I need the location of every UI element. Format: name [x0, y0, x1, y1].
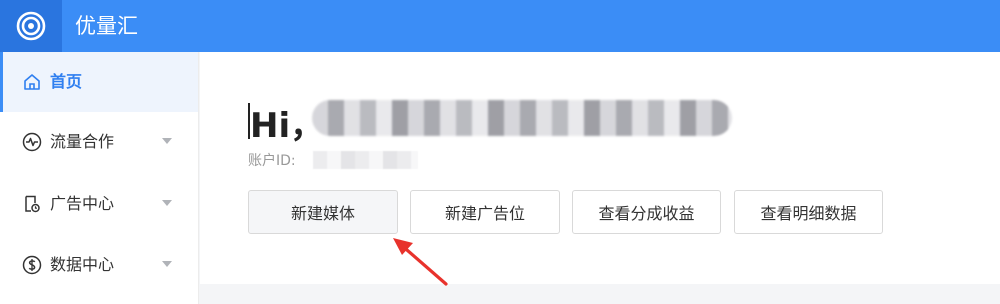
sidebar-item-data-center[interactable]: 数据中心: [0, 235, 198, 295]
ad-document-icon: [25, 195, 40, 213]
sidebar-item-ad-center[interactable]: 广告中心: [0, 174, 198, 234]
top-header: 优量汇: [0, 0, 1000, 52]
chevron-down-icon[interactable]: [162, 138, 172, 144]
sidebar-item-label: 数据中心: [50, 255, 115, 274]
sidebar-item-home[interactable]: 首页: [0, 52, 198, 112]
new-ad-slot-button[interactable]: 新建广告位: [410, 190, 560, 234]
sidebar-item-label: 流量合作: [50, 132, 115, 151]
pulse-icon: [22, 132, 42, 152]
logo[interactable]: [0, 0, 62, 52]
sidebar: 首页 流量合作 广告中心 数据中心: [0, 52, 199, 304]
sidebar-item-label: 广告中心: [50, 194, 115, 213]
view-detail-data-button[interactable]: 查看明细数据: [734, 190, 883, 234]
home-icon: [24, 74, 40, 90]
chevron-down-icon[interactable]: [162, 261, 172, 267]
brand-name[interactable]: 优量汇: [75, 0, 138, 52]
new-media-button[interactable]: 新建媒体: [248, 190, 398, 234]
dollar-circle-icon: [22, 255, 42, 275]
chevron-down-icon[interactable]: [162, 200, 172, 206]
sidebar-item-label: 首页: [50, 72, 83, 91]
view-revenue-share-button[interactable]: 查看分成收益: [572, 190, 721, 234]
sidebar-item-traffic[interactable]: 流量合作: [0, 112, 198, 172]
account-id-label: 账户ID:: [248, 153, 296, 169]
annotation-arrow-icon: [393, 238, 448, 286]
target-logo-icon: [16, 11, 46, 41]
redacted-account-id: [313, 151, 418, 169]
redacted-username: [312, 100, 732, 136]
